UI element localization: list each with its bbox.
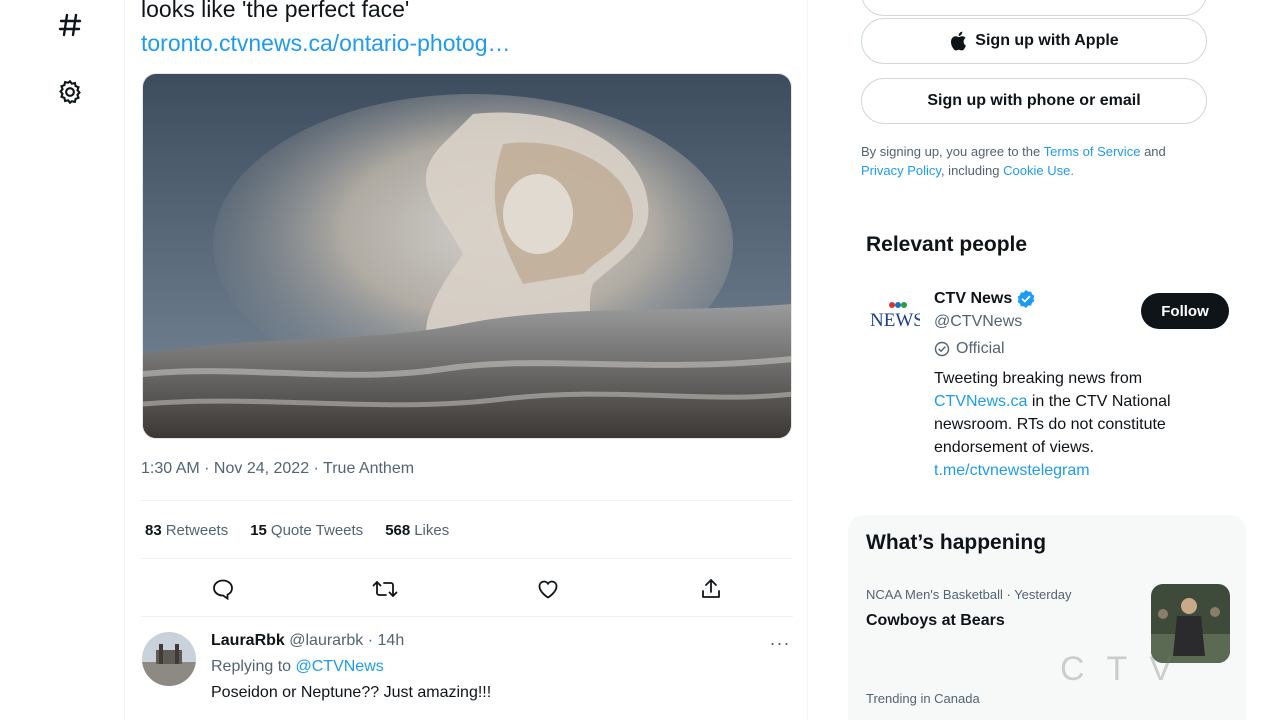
apple-icon [951, 31, 967, 51]
reply-text: Poseidon or Neptune?? Just amazing!!! [211, 684, 492, 701]
official-check-icon [934, 341, 950, 357]
page: looks like 'the perfect face' toronto.ct… [0, 0, 1280, 720]
tweet-time[interactable]: 1:30 AM [141, 460, 200, 477]
divider [141, 616, 793, 617]
tweet-actions [141, 572, 793, 606]
bio-link[interactable]: CTVNews.ca [934, 393, 1027, 410]
trend-title[interactable]: Cowboys at Bears [866, 612, 1005, 630]
legal-including: , including [940, 163, 1000, 178]
legal-prefix: By signing up, you agree to the [861, 144, 1041, 159]
wave-photo [143, 74, 791, 438]
retweet-icon[interactable] [370, 574, 400, 604]
tweet-link[interactable]: toronto.ctvnews.ca/ontario-photog… [141, 28, 510, 58]
reply-author-handle[interactable]: @laurarbk [289, 632, 363, 649]
replying-to: Replying to @CTVNews [211, 658, 384, 676]
legal-and: and [1144, 144, 1166, 159]
reply-icon[interactable] [208, 574, 238, 604]
whats-happening-panel: What’s happening NCAA Men's Basketball ·… [848, 515, 1246, 720]
tweet-date[interactable]: Nov 24, 2022 [214, 460, 309, 477]
reply-header: LauraRbk @laurarbk · 14h [211, 632, 404, 650]
trend-category: Trending in Canada [866, 691, 980, 706]
likes-stat[interactable]: 568 Likes [385, 522, 449, 539]
signup-phone-email-button[interactable]: Sign up with phone or email [861, 78, 1207, 124]
reply-time[interactable]: · 14h [368, 632, 404, 649]
follow-button[interactable]: Follow [1141, 293, 1229, 329]
meta-sep: · [309, 460, 324, 477]
signup-apple-label: Sign up with Apple [975, 32, 1119, 49]
right-sidebar: Sign up with Apple Sign up with phone or… [848, 0, 1248, 720]
ctv-news-logo[interactable]: NEWS [868, 300, 924, 331]
hashtag-icon[interactable] [56, 11, 84, 39]
person-name-text: CTV News [934, 290, 1013, 307]
divider [141, 558, 793, 559]
bio-text-1: Tweeting breaking news from [934, 370, 1143, 387]
avatar[interactable] [142, 632, 196, 686]
logo-text: NEWS [870, 310, 920, 330]
quote-tweets-stat[interactable]: 15 Quote Tweets [250, 522, 363, 539]
reply-author-name[interactable]: LauraRbk [211, 632, 285, 649]
terms-link[interactable]: Terms of Service [1044, 144, 1141, 159]
replying-to-handle[interactable]: @CTVNews [296, 658, 384, 675]
broadcaster-watermark: CTV [1060, 650, 1194, 688]
official-text: Official [956, 340, 1005, 357]
privacy-link[interactable]: Privacy Policy [861, 163, 941, 178]
reply-tweet[interactable]: LauraRbk @laurarbk · 14h ··· Replying to… [141, 628, 793, 720]
relevant-people-title: Relevant people [866, 233, 1028, 256]
bio-url[interactable]: t.me/ctvnewstelegram [934, 462, 1090, 479]
tweet-source[interactable]: True Anthem [323, 460, 414, 477]
tweet-column: looks like 'the perfect face' toronto.ct… [124, 0, 808, 720]
tweet-stats: 83 Retweets 15 Quote Tweets 568 Likes [145, 522, 449, 539]
share-icon[interactable] [696, 574, 726, 604]
trend-category: NCAA Men's Basketball · Yesterday [866, 587, 1072, 602]
meta-sep: · [199, 460, 214, 477]
cookie-link[interactable]: Cookie Use. [1003, 163, 1074, 178]
left-nav [0, 0, 130, 720]
signup-legal-text: By signing up, you agree to the Terms of… [861, 142, 1231, 180]
signup-phone-label: Sign up with phone or email [927, 92, 1141, 109]
more-options-icon[interactable]: ··· [767, 630, 793, 656]
tweet-meta: 1:30 AM · Nov 24, 2022 · True Anthem [141, 460, 414, 478]
divider [141, 500, 793, 501]
tweet-text: looks like 'the perfect face' [141, 0, 410, 22]
signup-google-button[interactable] [861, 0, 1207, 16]
person-handle[interactable]: @CTVNews [934, 313, 1022, 331]
like-icon[interactable] [533, 574, 563, 604]
retweets-stat[interactable]: 83 Retweets [145, 522, 228, 539]
official-label: Official [934, 340, 1005, 358]
whats-happening-title: What’s happening [866, 531, 1047, 554]
gear-icon[interactable] [56, 78, 84, 106]
signup-apple-button[interactable]: Sign up with Apple [861, 18, 1207, 64]
tweet-image[interactable] [142, 73, 792, 439]
verified-badge-icon [1017, 290, 1035, 308]
person-name[interactable]: CTV News [934, 289, 1036, 309]
replying-to-label: Replying to [211, 658, 292, 675]
person-bio: Tweeting breaking news from CTVNews.ca i… [934, 367, 1204, 482]
